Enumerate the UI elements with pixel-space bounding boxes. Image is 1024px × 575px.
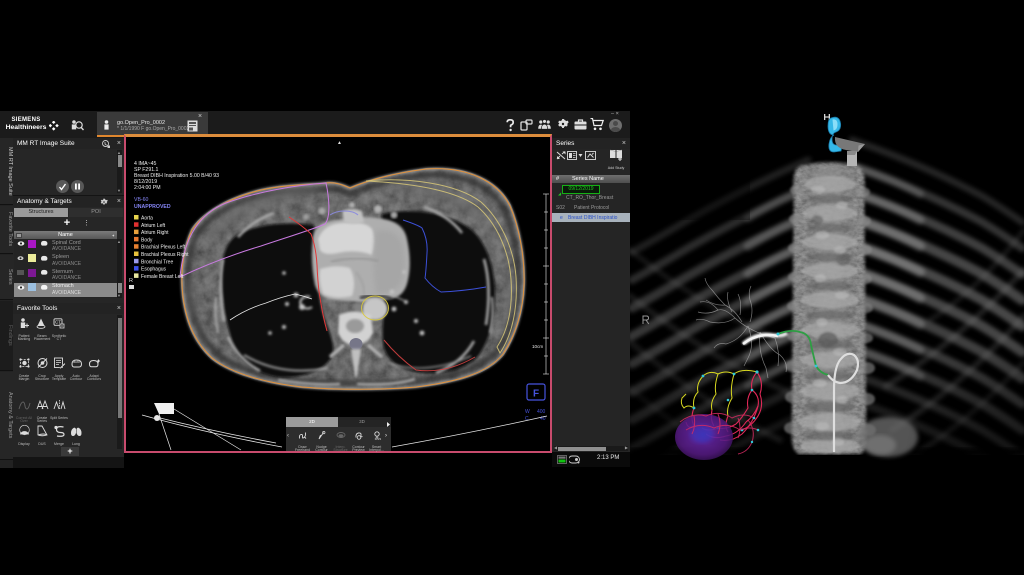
svg-text:F: F <box>533 389 539 400</box>
svg-text:2:04:00 PM: 2:04:00 PM <box>134 185 161 191</box>
svg-text:Body: Body <box>141 237 153 243</box>
svg-text:400: 400 <box>537 409 546 415</box>
svg-text:Atrium Left: Atrium Left <box>141 223 166 229</box>
svg-text:Brachial Plexus Left: Brachial Plexus Left <box>141 245 186 251</box>
svg-text:Female Breast Left: Female Breast Left <box>141 274 184 280</box>
svg-text:▲: ▲ <box>337 140 342 146</box>
svg-text:Brachial Plexus Right: Brachial Plexus Right <box>141 252 189 258</box>
svg-text:Atrium Right: Atrium Right <box>141 230 169 236</box>
svg-text:W: W <box>525 409 530 415</box>
svg-text:auto: auto <box>73 360 80 364</box>
svg-text:R: R <box>129 278 133 284</box>
svg-text:VB-60: VB-60 <box>134 197 149 203</box>
svg-text:1223: 1223 <box>374 437 381 440</box>
svg-text:UNAPPROVED: UNAPPROVED <box>134 204 171 210</box>
svg-text:Esophagus: Esophagus <box>141 267 167 273</box>
svg-text:10cm: 10cm <box>532 344 543 349</box>
svg-text:Aorta: Aorta <box>141 216 153 222</box>
svg-text:Bronchial Tree: Bronchial Tree <box>141 259 173 265</box>
